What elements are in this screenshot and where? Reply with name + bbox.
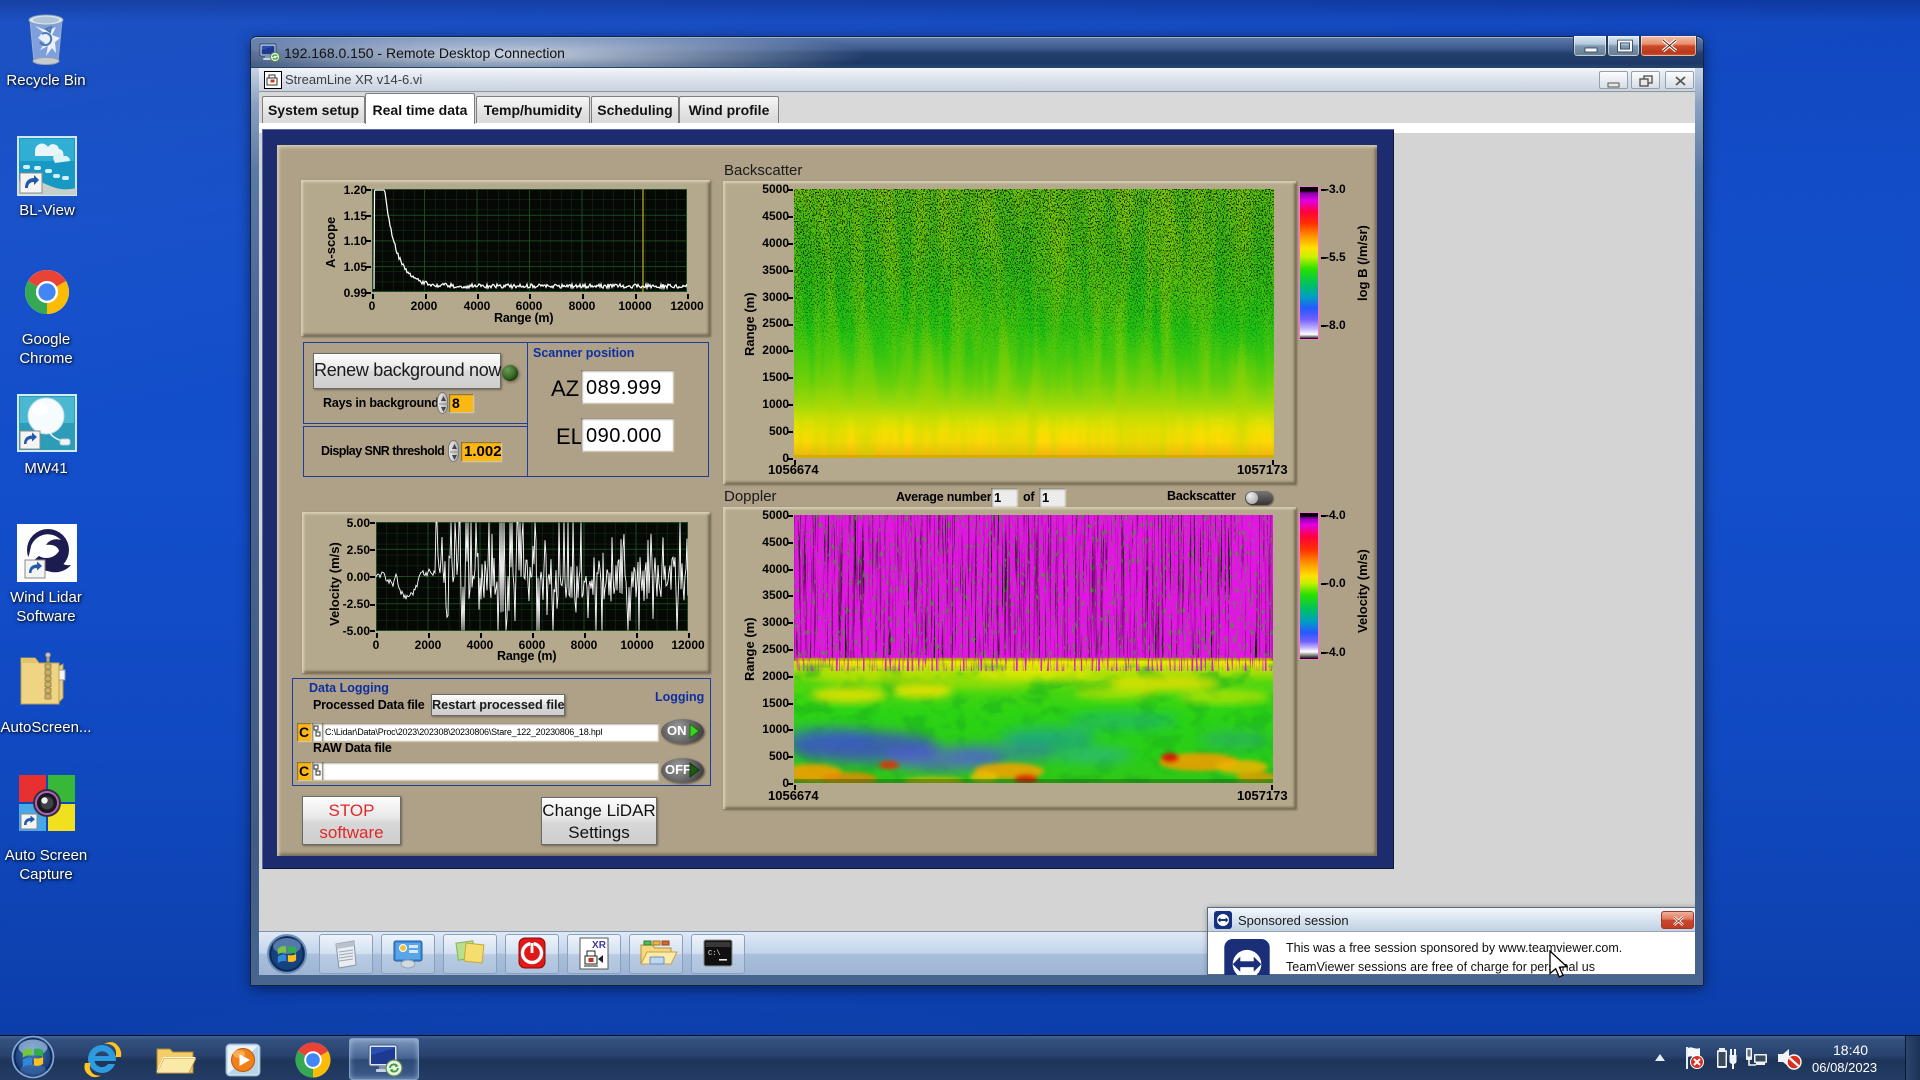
svg-text:C:\: C:\	[708, 950, 721, 958]
svg-text:XR: XR	[592, 940, 607, 951]
